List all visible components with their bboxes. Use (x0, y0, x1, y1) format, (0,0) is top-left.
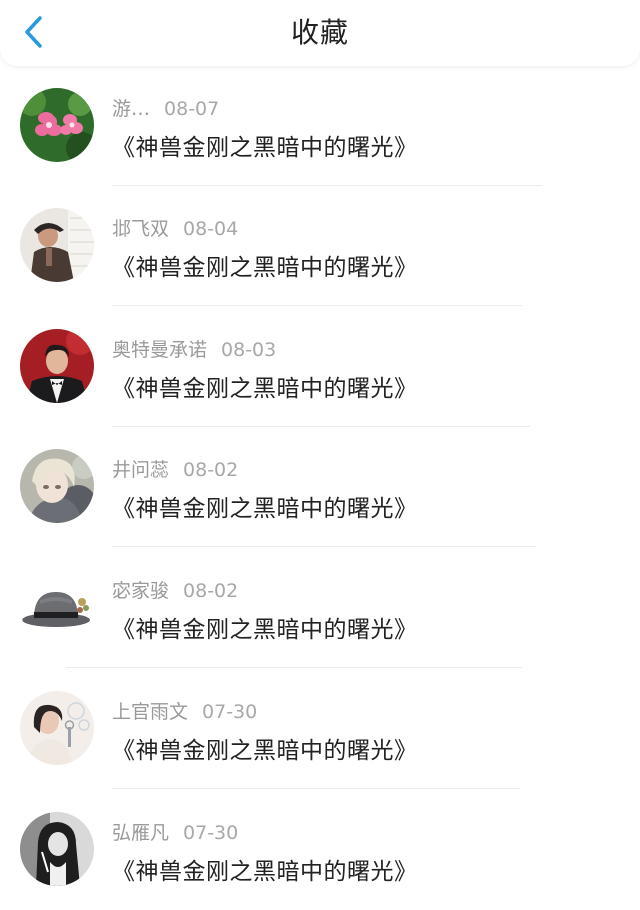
divider (112, 546, 536, 547)
user-name: 宓家骏 (112, 580, 170, 602)
user-name: 邶飞双 (112, 218, 170, 240)
favorite-item[interactable]: 邶飞双 08-04 《神兽金刚之黑暗中的曙光》 (0, 186, 640, 306)
date-label: 07-30 (183, 822, 239, 844)
divider (66, 667, 522, 668)
date-label: 08-03 (221, 339, 277, 361)
favorite-item[interactable]: 弘雁凡 07-30 《神兽金刚之黑暗中的曙光》 (0, 790, 640, 910)
work-title: 《神兽金刚之黑暗中的曙光》 (112, 376, 418, 402)
work-title: 《神兽金刚之黑暗中的曙光》 (112, 496, 418, 522)
date-label: 07-30 (202, 701, 258, 723)
page-title: 收藏 (290, 16, 349, 49)
date-label: 08-07 (164, 98, 220, 120)
man-with-hat-avatar[interactable] (20, 208, 94, 282)
man-in-tuxedo-avatar[interactable] (20, 329, 94, 403)
date-label: 08-02 (183, 459, 239, 481)
top-bar: 收藏 (0, 0, 640, 66)
work-title: 《神兽金刚之黑暗中的曙光》 (112, 738, 418, 764)
divider (112, 788, 520, 789)
girl-with-long-hair-avatar[interactable] (20, 812, 94, 886)
work-title: 《神兽金刚之黑暗中的曙光》 (112, 617, 418, 643)
user-name: 奥特曼承诺 (112, 339, 208, 361)
user-name: 上官雨文 (112, 701, 189, 723)
work-title: 《神兽金刚之黑暗中的曙光》 (112, 255, 418, 281)
work-title: 《神兽金刚之黑暗中的曙光》 (112, 135, 418, 161)
user-name: 游… (112, 98, 151, 120)
divider (112, 305, 522, 306)
user-name: 弘雁凡 (112, 822, 170, 844)
date-label: 08-04 (183, 218, 239, 240)
flower-avatar[interactable] (20, 88, 94, 162)
work-title: 《神兽金刚之黑暗中的曙光》 (112, 859, 418, 885)
girl-with-bubbles-avatar[interactable] (20, 691, 94, 765)
anime-character-avatar[interactable] (20, 449, 94, 523)
favorite-item[interactable]: 奥特曼承诺 08-03 《神兽金刚之黑暗中的曙光》 (0, 307, 640, 427)
fedora-hat-avatar[interactable] (20, 570, 94, 644)
date-label: 08-02 (183, 580, 239, 602)
favorites-list: 游… 08-07 《神兽金刚之黑暗中的曙光》 邶飞双 08-04 《神兽金刚之黑… (0, 66, 640, 907)
favorite-item[interactable]: 井问蕊 08-02 《神兽金刚之黑暗中的曙光》 (0, 427, 640, 547)
favorite-item[interactable]: 上官雨文 07-30 《神兽金刚之黑暗中的曙光》 (0, 669, 640, 789)
favorite-item[interactable]: 宓家骏 08-02 《神兽金刚之黑暗中的曙光》 (0, 548, 640, 668)
favorite-item[interactable]: 游… 08-07 《神兽金刚之黑暗中的曙光》 (0, 66, 640, 186)
user-name: 井问蕊 (112, 459, 170, 481)
